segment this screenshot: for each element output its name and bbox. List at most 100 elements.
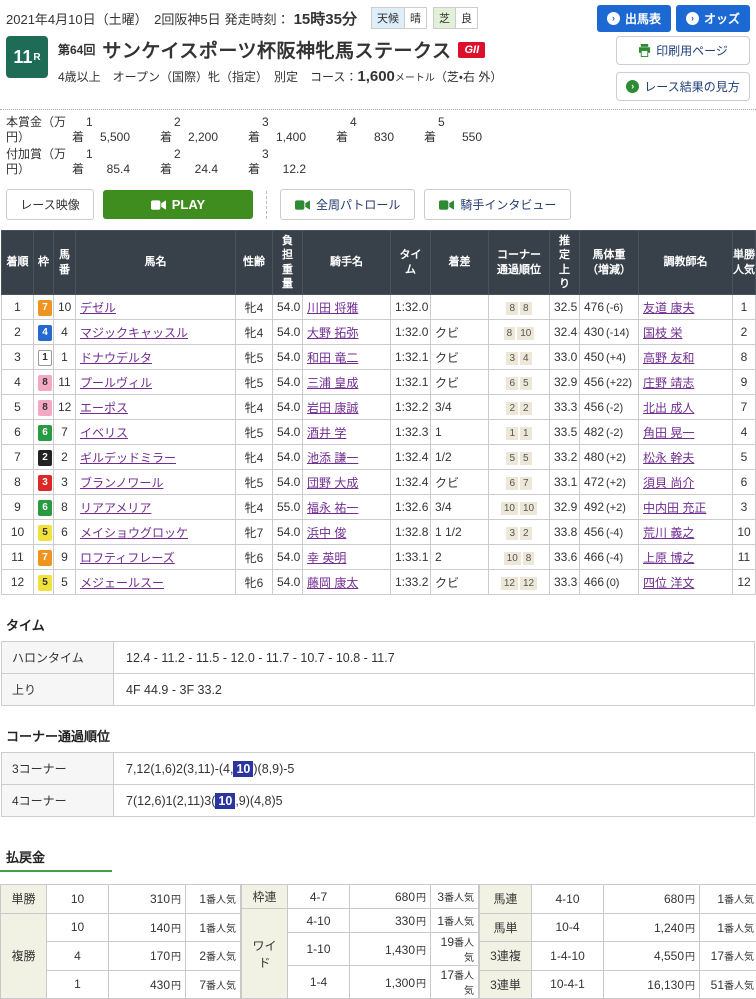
last-up-label: 上り: [2, 674, 114, 706]
patrol-video-button[interactable]: 全周パトロール: [280, 189, 415, 220]
corner-pos-badge: 10: [504, 552, 521, 565]
horse-number: 3: [54, 470, 76, 495]
race-video-button[interactable]: レース映像: [6, 189, 94, 220]
horse-weight-diff: (+4): [606, 352, 626, 364]
payout-row: 複勝 10 140円 1番人気: [1, 913, 241, 942]
jockey-interview-button[interactable]: 騎手インタビュー: [424, 189, 571, 220]
horse-link[interactable]: リアアメリア: [80, 501, 151, 515]
trainer-link[interactable]: 国枝 栄: [643, 326, 682, 340]
play-button[interactable]: PLAY: [103, 190, 253, 219]
impost: 54.0: [273, 445, 303, 470]
last-3f: 33.3: [550, 395, 580, 420]
payout-amount: 680: [664, 892, 684, 906]
payout-section-title: 払戻金: [6, 847, 750, 866]
bet-combination: 10: [47, 913, 109, 942]
horse-link[interactable]: ドナウデルタ: [80, 351, 152, 365]
frame-badge: 7: [38, 550, 52, 566]
corner-pos-badge: 3: [506, 527, 518, 540]
finish-position: 2: [2, 320, 34, 345]
weather-value-badge: 晴: [404, 7, 427, 29]
finish-time: 1:32.3: [391, 420, 431, 445]
win-popularity: 5: [733, 445, 756, 470]
frame-badge: 7: [38, 300, 52, 316]
trainer-link[interactable]: 庄野 靖志: [643, 376, 694, 390]
jockey-link[interactable]: 団野 大成: [307, 476, 358, 490]
horse-link[interactable]: ギルデッドミラー: [80, 451, 176, 465]
impost: 54.0: [273, 420, 303, 445]
jockey-link[interactable]: 福永 祐一: [307, 501, 358, 515]
win-popularity: 6: [733, 470, 756, 495]
bet-type-label: 3連単: [480, 970, 532, 999]
sex-age: 牝4: [236, 320, 273, 345]
trainer-link[interactable]: 角田 晃一: [643, 426, 694, 440]
jockey-link[interactable]: 大野 拓弥: [307, 326, 358, 340]
horse-weight: 472: [584, 475, 604, 489]
trainer-link[interactable]: 四位 洋文: [643, 576, 694, 590]
horse-link[interactable]: ロフティフレーズ: [80, 551, 175, 565]
win-popularity: 2: [733, 320, 756, 345]
horse-link[interactable]: マジックキャッスル: [80, 326, 188, 340]
horse-link[interactable]: メイショウグロッケ: [80, 526, 188, 540]
trainer-link[interactable]: 友道 康夫: [643, 301, 694, 315]
jockey-link[interactable]: 浜中 俊: [307, 526, 346, 540]
corner-pos-badge: 10: [501, 502, 518, 515]
horse-weight: 492: [584, 500, 604, 514]
jockey-link[interactable]: 川田 将雅: [307, 301, 358, 315]
arrow-circle-icon: ›: [626, 80, 639, 93]
turf-value-badge: 良: [455, 7, 478, 29]
corner-pos-badge: 8: [504, 327, 516, 340]
corner-pos-badge: 7: [520, 477, 532, 490]
corner-pos-badge: 5: [506, 452, 518, 465]
added-prize-label: 付加賞（万 円）: [6, 147, 72, 177]
frame-badge: 4: [38, 325, 52, 341]
bet-type-label: 複勝: [1, 913, 47, 999]
jockey-link[interactable]: 酒井 学: [307, 426, 346, 440]
odds-button[interactable]: › オッズ: [676, 5, 750, 32]
trainer-link[interactable]: 須貝 尚介: [643, 476, 694, 490]
trainer-link[interactable]: 北出 成人: [643, 401, 694, 415]
jockey-link[interactable]: 幸 英明: [307, 551, 346, 565]
horse-link[interactable]: プールヴィル: [80, 376, 152, 390]
jockey-link[interactable]: 三浦 皇成: [307, 376, 358, 390]
frame-badge: 1: [38, 350, 52, 366]
sex-age: 牝7: [236, 520, 273, 545]
jockey-link[interactable]: 岩田 康誠: [307, 401, 358, 415]
highlighted-horse: 10: [215, 793, 235, 809]
print-page-button[interactable]: 印刷用ページ: [616, 36, 750, 65]
payout-popularity: 17: [711, 949, 724, 963]
entry-table-button[interactable]: › 出馬表: [597, 5, 671, 32]
horse-number: 6: [54, 520, 76, 545]
result-guide-button[interactable]: › レース結果の見方: [616, 72, 750, 101]
horse-link[interactable]: メジェールスー: [80, 576, 164, 590]
trainer-link[interactable]: 高野 友和: [643, 351, 694, 365]
prize-block: 本賞金（万 円） 1着5,500 2着2,200 3着1,400 4着830 5…: [0, 115, 756, 183]
finish-time: 1:32.0: [391, 320, 431, 345]
last-3f: 33.1: [550, 470, 580, 495]
bet-combination: 4-10: [288, 909, 350, 933]
horse-number: 7: [54, 420, 76, 445]
horse-link[interactable]: イベリス: [80, 426, 128, 440]
corner-pos-badge: 5: [520, 452, 532, 465]
horse-weight: 480: [584, 450, 604, 464]
jockey-link[interactable]: 藤岡 康太: [307, 576, 358, 590]
horse-number: 2: [54, 445, 76, 470]
sex-age: 牝5: [236, 470, 273, 495]
trainer-link[interactable]: 松永 幹夫: [643, 451, 694, 465]
horse-weight: 450: [584, 350, 604, 364]
corner-pos-badge: 2: [520, 402, 532, 415]
trainer-link[interactable]: 上原 博之: [643, 551, 694, 565]
col-win-popularity: 単勝 人気: [733, 231, 756, 295]
margin: 3/4: [431, 395, 489, 420]
jockey-link[interactable]: 池添 謙一: [307, 451, 358, 465]
horse-link[interactable]: デゼル: [80, 301, 116, 315]
trainer-link[interactable]: 中内田 充正: [643, 501, 706, 515]
race-conditions: 4歳以上 オープン（国際）牝（指定） 別定 コース：1,600メートル（芝・右 …: [58, 68, 614, 85]
horse-weight: 476: [584, 300, 604, 314]
horse-link[interactable]: ブランノワール: [80, 476, 163, 490]
payout-popularity: 1: [199, 921, 206, 935]
horse-link[interactable]: エーポス: [80, 401, 128, 415]
trainer-link[interactable]: 荒川 義之: [643, 526, 694, 540]
bet-type-label: 馬単: [480, 913, 532, 942]
horse-weight-diff: (-2): [606, 427, 623, 439]
jockey-link[interactable]: 和田 竜二: [307, 351, 358, 365]
